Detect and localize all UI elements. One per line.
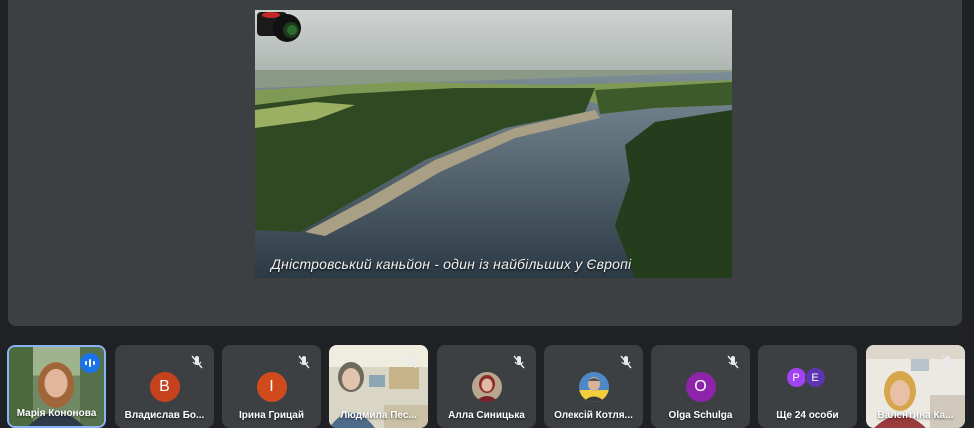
participant-tile[interactable]: Людмила Пес... — [329, 345, 428, 428]
mic-off-icon — [618, 354, 634, 370]
participant-tile[interactable]: Валентина Ка... — [866, 345, 965, 428]
presentation-caption: Дністровський каньйон - один із найбільш… — [271, 256, 632, 272]
participant-name: Владислав Бо... — [124, 410, 205, 421]
participant-tile[interactable]: B Владислав Бо... — [115, 345, 214, 428]
participant-avatar — [471, 372, 502, 402]
screen-share-presentation[interactable]: Дністровський каньйон - один із найбільш… — [255, 10, 732, 278]
participant-name: Алла Синицька — [448, 410, 525, 421]
participant-tile[interactable]: Алла Синицька — [437, 345, 536, 428]
participant-tile[interactable]: I Ірина Грицай — [222, 345, 321, 428]
participant-strip: Марія Кононова B Владислав Бо... I Ірина… — [0, 345, 974, 428]
participant-tile[interactable]: Марія Кононова — [7, 345, 106, 428]
participant-avatar: I — [256, 372, 287, 402]
participant-avatar: B — [149, 372, 180, 402]
mic-off-icon — [189, 354, 205, 370]
participant-avatar: E — [804, 367, 826, 388]
audio-wave-icon — [80, 353, 100, 373]
mic-off-icon — [511, 354, 527, 370]
participant-tile[interactable]: Олексій Котля... — [544, 345, 643, 428]
mic-off-icon — [403, 354, 419, 370]
canyon-image — [255, 10, 732, 278]
participant-avatar: O — [685, 372, 716, 402]
mic-off-icon — [725, 354, 741, 370]
participant-name: Олексій Котля... — [554, 410, 633, 421]
participant-avatar — [578, 372, 609, 402]
main-stage: Дністровський каньйон - один із найбільш… — [8, 0, 962, 326]
participant-name: Валентина Ка... — [877, 410, 954, 421]
mic-off-icon — [296, 354, 312, 370]
participant-name: Ірина Грицай — [239, 410, 304, 421]
participant-avatar: P — [785, 367, 807, 388]
participant-avatar-group: P E — [785, 367, 830, 389]
participant-name: Olga Schulga — [668, 410, 733, 421]
participant-tile[interactable]: O Olga Schulga — [651, 345, 750, 428]
participant-name: Марія Кононова — [16, 408, 97, 419]
mic-off-icon — [940, 354, 956, 370]
participant-name: Людмила Пес... — [340, 410, 417, 421]
more-participants-label: Ще 24 особи — [776, 410, 839, 421]
more-participants-tile[interactable]: P E Ще 24 особи — [758, 345, 857, 428]
